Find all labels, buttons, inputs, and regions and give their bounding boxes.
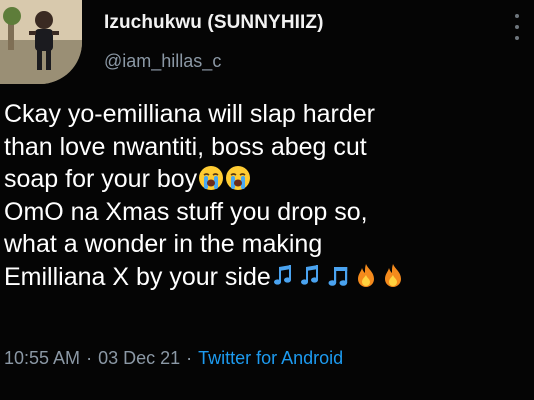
tweet-line-text: OmO na Xmas stuff you drop so, [4,197,368,226]
fire-icon [380,263,406,289]
more-options-icon[interactable] [512,14,522,40]
tweet-card: Izuchukwu (SUNNYHIIZ) @iam_hillas_c Ckay… [0,0,534,400]
tweet-line: soap for your boy [4,163,532,196]
tweet-meta: 10:55 AM · 03 Dec 21 · Twitter for Android [4,348,343,369]
author-handle[interactable]: @iam_hillas_c [104,51,221,72]
avatar-photo [0,0,82,84]
tweet-line: what a wonder in the making [4,228,532,261]
multiple-musical-notes-icon [299,263,325,289]
tweet-line-text: what a wonder in the making [4,230,323,258]
tweet-source-link[interactable]: Twitter for Android [198,348,343,368]
author-display-name[interactable]: Izuchukwu (SUNNYHIIZ) [104,12,324,34]
tweet-line-text: soap for your boy [4,165,198,193]
musical-note-icon [326,263,352,289]
meta-separator: · [186,348,193,368]
multiple-musical-notes-icon [272,263,298,289]
avatar[interactable] [0,0,82,84]
loudly-crying-face-icon [198,165,224,191]
tweet-line-text: Ckay yo-emilliana will slap harder [4,100,375,128]
loudly-crying-face-icon [225,165,251,191]
tweet-line: Ckay yo-emilliana will slap harder [4,98,532,131]
tweet-date[interactable]: 03 Dec 21 [98,348,180,368]
tweet-line: OmO na Xmas stuff you drop so, [4,196,532,229]
fire-icon [353,263,379,289]
tweet-line: than love nwantiti, boss abeg cut [4,131,532,164]
tweet-text: Ckay yo-emilliana will slap harder than l… [4,98,532,293]
meta-separator: · [86,348,93,368]
tweet-line: Emilliana X by your side [4,261,532,294]
tweet-time[interactable]: 10:55 AM [4,348,80,368]
tweet-line-text: Emilliana X by your side [4,262,271,291]
tweet-line-text: than love nwantiti, boss abeg cut [4,132,367,161]
